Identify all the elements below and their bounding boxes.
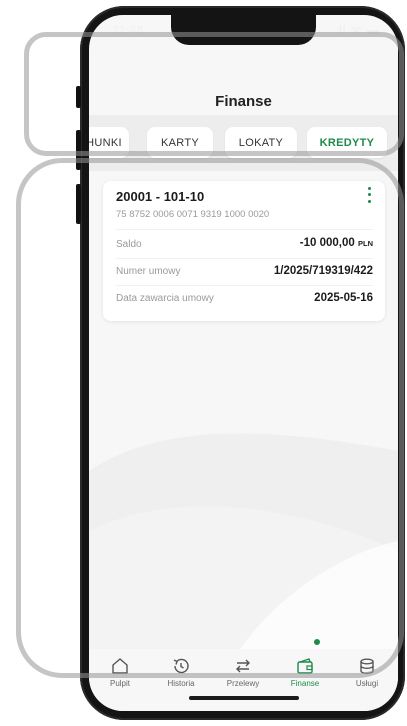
nav-label: Historia — [167, 679, 195, 688]
highlight-header-tabs — [24, 32, 404, 156]
nav-label: Pulpit — [109, 679, 130, 688]
nav-label: Finanse — [290, 679, 320, 688]
home-indicator — [189, 696, 299, 700]
nav-label: Usługi — [355, 679, 379, 688]
nav-label: Przelewy — [226, 679, 260, 688]
highlight-card-area — [16, 158, 404, 678]
